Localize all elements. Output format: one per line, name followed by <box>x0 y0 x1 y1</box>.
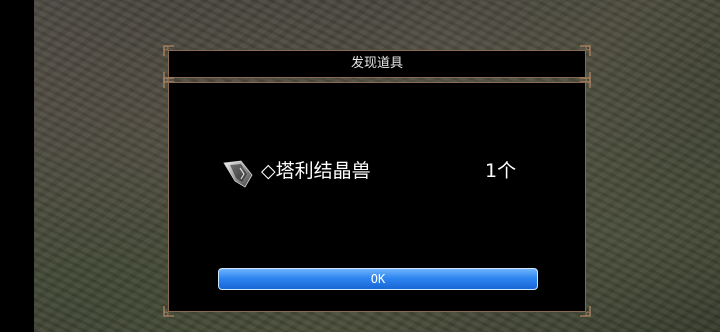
corner-ornament-icon <box>162 304 176 318</box>
crystal-shard-icon <box>221 157 257 193</box>
ok-button[interactable]: OK <box>218 268 538 290</box>
item-found-dialog: 发现道具 ◇塔利结晶兽 1个 OK <box>163 45 591 317</box>
dialog-body: ◇塔利结晶兽 1个 OK <box>168 82 586 312</box>
item-name: ◇塔利结晶兽 <box>261 160 371 182</box>
corner-ornament-icon <box>578 44 592 58</box>
corner-ornament-icon <box>578 76 592 90</box>
item-count: 1个 <box>485 160 517 182</box>
corner-ornament-icon <box>162 44 176 58</box>
corner-ornament-icon <box>162 76 176 90</box>
dialog-title-bar: 发现道具 <box>168 50 586 78</box>
corner-ornament-icon <box>578 304 592 318</box>
dialog-title: 发现道具 <box>350 56 403 71</box>
left-black-bar <box>0 0 34 332</box>
